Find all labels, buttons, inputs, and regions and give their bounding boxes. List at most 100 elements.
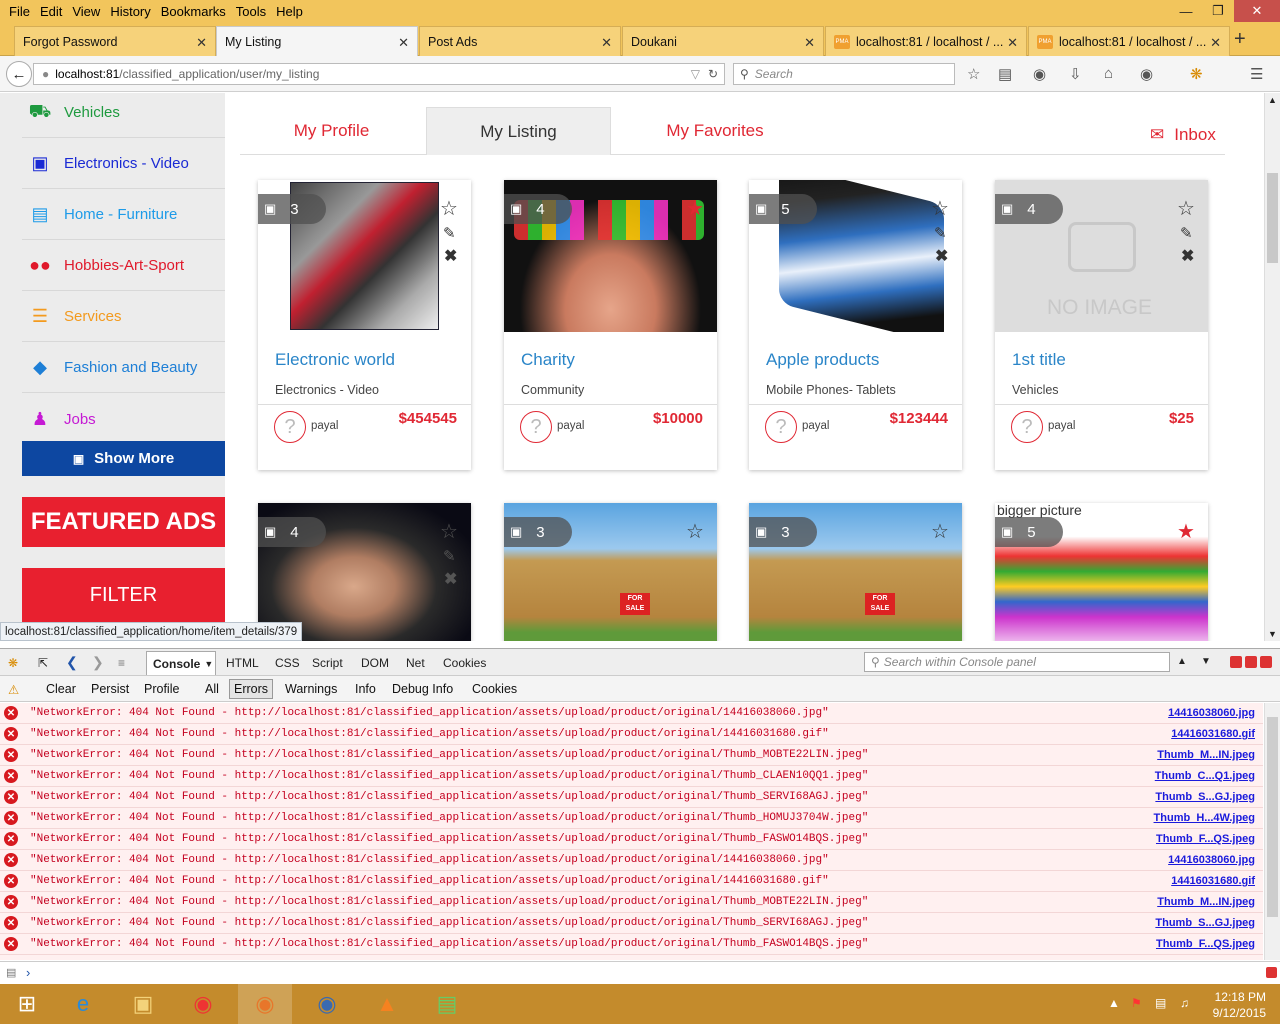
console-error-row[interactable]: ✕ "NetworkError: 404 Not Found - http://l… bbox=[0, 724, 1263, 745]
listing-card[interactable]: NO IMAGE ▣ 4 ☆ ✎ ✖ 1st title Vehicles ? p… bbox=[995, 180, 1208, 470]
listing-card[interactable]: ▣ 5 ☆ ✎ ✖ Apple products Mobile Phones- T… bbox=[749, 180, 962, 470]
restore-icon[interactable]: ❐ bbox=[1202, 0, 1234, 22]
listing-card[interactable]: FOR SALE ▣ 3 ☆ bbox=[749, 503, 962, 641]
action-center-icon[interactable]: ⚑ bbox=[1131, 996, 1142, 1010]
back-button[interactable]: ← bbox=[6, 61, 32, 87]
sidebar-item-hobbies[interactable]: ●● Hobbies-Art-Sport bbox=[22, 241, 225, 291]
console-error-row[interactable]: ✕ "NetworkError: 404 Not Found - http://l… bbox=[0, 892, 1263, 913]
delete-icon[interactable]: ✖ bbox=[1181, 246, 1194, 266]
error-source-link[interactable]: Thumb_H...4W.jpeg bbox=[1154, 812, 1255, 824]
menu-view[interactable]: View bbox=[67, 4, 105, 19]
sidebar-item-fashion[interactable]: ◆ Fashion and Beauty bbox=[22, 343, 225, 393]
detach-panel-icon[interactable] bbox=[1245, 656, 1257, 668]
close-tab-icon[interactable]: ✕ bbox=[398, 35, 409, 51]
reading-list-icon[interactable]: ▤ bbox=[998, 65, 1012, 83]
error-source-link[interactable]: Thumb_F...QS.jpeg bbox=[1156, 938, 1255, 950]
reload-icon[interactable]: ↻ bbox=[708, 67, 718, 81]
internet-explorer-icon[interactable]: e bbox=[56, 984, 110, 1024]
menu-file[interactable]: File bbox=[4, 4, 35, 19]
favorite-star-icon[interactable]: ☆ bbox=[686, 519, 704, 544]
show-more-button[interactable]: ▣ Show More bbox=[22, 441, 225, 476]
chrome-icon[interactable]: ◉ bbox=[176, 984, 230, 1024]
bookmark-star-icon[interactable]: ☆ bbox=[967, 65, 980, 83]
console-error-row[interactable]: ✕ "NetworkError: 404 Not Found - http://l… bbox=[0, 850, 1263, 871]
back-icon[interactable]: ❮ bbox=[66, 654, 78, 671]
favorite-star-icon[interactable]: ☆ bbox=[1177, 196, 1195, 221]
console-error-row[interactable]: ✕ "NetworkError: 404 Not Found - http://l… bbox=[0, 766, 1263, 787]
tab-phpmyadmin-2[interactable]: PMA localhost:81 / localhost / ... ✕ bbox=[1028, 26, 1230, 56]
sidebar-item-electronics[interactable]: ▣ Electronics - Video bbox=[22, 139, 225, 189]
panel-cookies[interactable]: Cookies bbox=[443, 656, 486, 670]
panel-html[interactable]: HTML bbox=[226, 656, 259, 670]
console-error-row[interactable]: ✕ "NetworkError: 404 Not Found - http://l… bbox=[0, 745, 1263, 766]
edit-icon[interactable]: ✎ bbox=[443, 224, 456, 242]
search-next-icon[interactable]: ▼ bbox=[1201, 656, 1211, 667]
close-tab-icon[interactable]: ✕ bbox=[1007, 35, 1018, 51]
console-error-row[interactable]: ✕ "NetworkError: 404 Not Found - http://l… bbox=[0, 703, 1263, 724]
edit-icon[interactable]: ✎ bbox=[934, 224, 947, 242]
command-icon[interactable]: ≡ bbox=[118, 656, 125, 670]
console-error-row[interactable]: ✕ "NetworkError: 404 Not Found - http://l… bbox=[0, 829, 1263, 850]
error-source-link[interactable]: Thumb_M...IN.jpeg bbox=[1157, 896, 1255, 908]
panel-dom[interactable]: DOM bbox=[361, 656, 389, 670]
sidebar-item-vehicles[interactable]: ⛟ Vehicles bbox=[22, 93, 225, 138]
scroll-thumb[interactable] bbox=[1267, 717, 1278, 917]
filter-debug-info[interactable]: Debug Info bbox=[392, 682, 453, 696]
download-icon[interactable]: ⇩ bbox=[1069, 65, 1082, 83]
console-scrollbar[interactable] bbox=[1264, 703, 1280, 960]
panel-script[interactable]: Script bbox=[312, 656, 343, 670]
inbox-link[interactable]: ✉ Inbox bbox=[1150, 125, 1216, 145]
listing-card[interactable]: ▣ 4 ★ Charity Community ? payal $10000 bbox=[504, 180, 717, 470]
network-icon[interactable]: ▤ bbox=[1155, 996, 1166, 1010]
close-tab-icon[interactable]: ✕ bbox=[196, 35, 207, 51]
new-tab-icon[interactable]: + bbox=[1234, 28, 1246, 51]
filter-button[interactable]: FILTER bbox=[22, 568, 225, 623]
xampp-icon[interactable]: ▲ bbox=[360, 984, 414, 1024]
close-panel-icon[interactable] bbox=[1260, 656, 1272, 668]
filter-errors[interactable]: Errors bbox=[229, 679, 274, 699]
scroll-down-icon[interactable]: ▼ bbox=[1268, 629, 1277, 639]
firebug-icon[interactable]: ❋ bbox=[8, 656, 18, 670]
search-bar[interactable]: ⚲ Search bbox=[733, 63, 955, 85]
forward-icon[interactable]: ❯ bbox=[92, 654, 104, 671]
favorite-star-filled-icon[interactable]: ★ bbox=[1177, 519, 1195, 544]
error-source-link[interactable]: Thumb_S...GJ.jpeg bbox=[1155, 791, 1255, 803]
error-source-link[interactable]: Thumb_M...IN.jpeg bbox=[1157, 749, 1255, 761]
minimize-panel-icon[interactable] bbox=[1230, 656, 1242, 668]
system-clock[interactable]: 12:18 PM 9/12/2015 bbox=[1213, 989, 1266, 1021]
tab-my-favorites[interactable]: My Favorites bbox=[635, 107, 795, 155]
page-scrollbar[interactable]: ▲ ▼ bbox=[1264, 93, 1280, 641]
sidebar-item-jobs[interactable]: ♟ Jobs bbox=[22, 394, 225, 444]
menu-help[interactable]: Help bbox=[271, 4, 308, 19]
listing-card[interactable]: FOR SALE ▣ 3 ☆ bbox=[504, 503, 717, 641]
error-source-link[interactable]: 14416038060.jpg bbox=[1168, 854, 1255, 866]
delete-icon[interactable]: ✖ bbox=[935, 246, 948, 266]
tab-phpmyadmin-1[interactable]: PMA localhost:81 / localhost / ... ✕ bbox=[825, 26, 1027, 56]
edit-icon[interactable]: ✎ bbox=[443, 547, 456, 565]
close-tab-icon[interactable]: ✕ bbox=[1210, 35, 1221, 51]
notepad-icon[interactable]: ▤ bbox=[420, 984, 474, 1024]
console-error-row[interactable]: ✕ "NetworkError: 404 Not Found - http://l… bbox=[0, 934, 1263, 955]
volume-icon[interactable]: ♫ bbox=[1180, 996, 1189, 1010]
search-prev-icon[interactable]: ▲ bbox=[1177, 656, 1187, 667]
scroll-up-icon[interactable]: ▲ bbox=[1268, 95, 1277, 105]
chat-icon[interactable]: ◉ bbox=[1140, 65, 1153, 83]
favorite-star-filled-icon[interactable]: ★ bbox=[686, 196, 704, 221]
clear-button[interactable]: Clear bbox=[46, 682, 76, 696]
listing-title[interactable]: 1st title bbox=[1012, 350, 1066, 370]
dropdown-arrow-icon[interactable]: ▽ bbox=[691, 67, 700, 81]
command-line[interactable]: ▤ › bbox=[0, 961, 1280, 984]
clear-console-icon[interactable]: ⚠ bbox=[8, 682, 19, 697]
tab-post-ads[interactable]: Post Ads ✕ bbox=[419, 26, 621, 56]
delete-icon[interactable]: ✖ bbox=[444, 569, 457, 589]
console-error-row[interactable]: ✕ "NetworkError: 404 Not Found - http://l… bbox=[0, 787, 1263, 808]
menu-history[interactable]: History bbox=[105, 4, 155, 19]
favorite-star-icon[interactable]: ☆ bbox=[931, 519, 949, 544]
console-search-input[interactable]: ⚲ Search within Console panel bbox=[864, 652, 1170, 672]
error-source-link[interactable]: 14416031680.gif bbox=[1171, 875, 1255, 887]
pocket-icon[interactable]: ◉ bbox=[1033, 65, 1046, 83]
edit-icon[interactable]: ✎ bbox=[1180, 224, 1193, 242]
favorite-star-icon[interactable]: ☆ bbox=[440, 519, 458, 544]
home-icon[interactable]: ⌂ bbox=[1104, 65, 1113, 82]
close-tab-icon[interactable]: ✕ bbox=[601, 35, 612, 51]
